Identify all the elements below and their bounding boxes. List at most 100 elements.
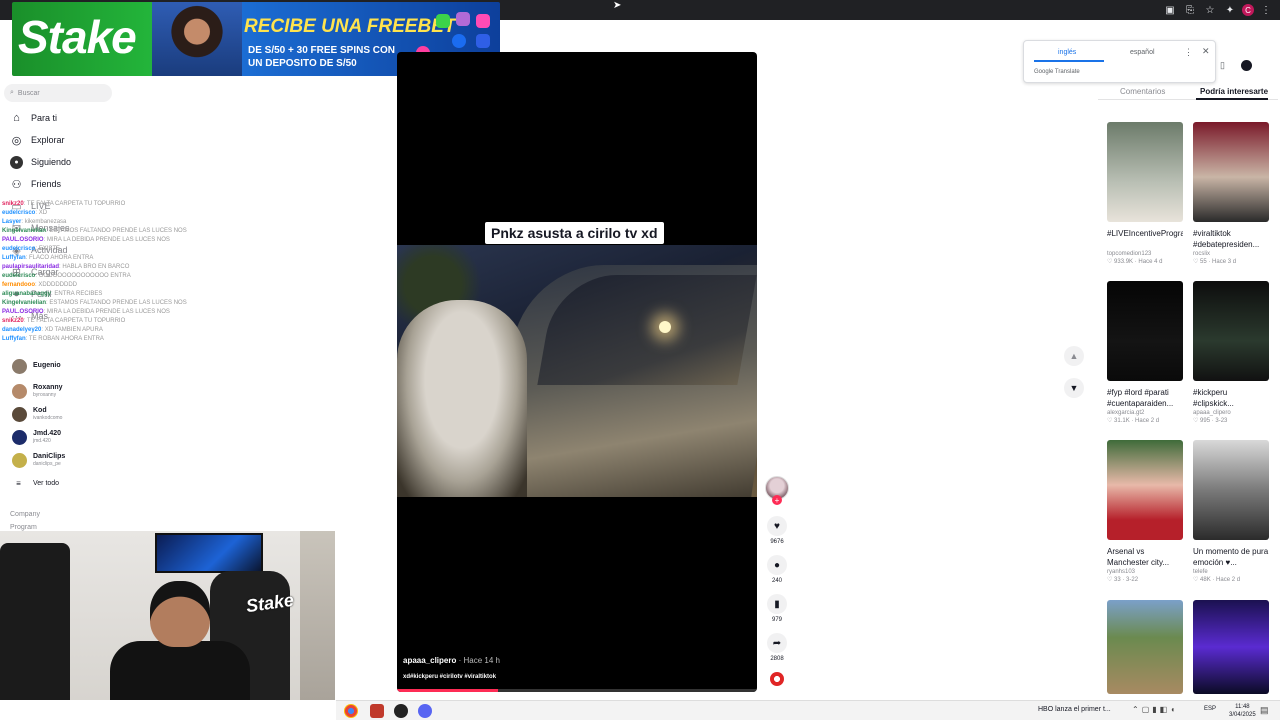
following-item[interactable]: Eugenio [12,356,61,376]
footer-company-link[interactable]: Company [10,511,40,518]
video-thumbnail[interactable] [1107,600,1183,694]
more-options-icon[interactable]: ⋮ [1184,47,1193,58]
chat-username: Luffyfan [2,255,26,261]
cast-icon[interactable]: ⎘ [1182,2,1198,18]
nav-item-para-ti[interactable]: ⌂ Para ti [10,109,57,127]
bookmark-icon[interactable]: ▮ [767,594,787,614]
search-input[interactable]: ⌕ Buscar [4,84,112,102]
video-author-line[interactable]: apaaa_clipero · Hace 14 h [403,656,500,665]
chat-message: aliguanabanaggy: ENTRA RECIBES [2,290,242,299]
following-name: Kod [33,407,47,414]
tray-icons[interactable]: ⌃▢▮◧◖ [1132,705,1178,714]
translate-tab-ingles[interactable]: inglés [1058,49,1076,56]
discord-icon[interactable] [418,704,432,718]
bookmark-star-icon[interactable]: ☆ [1202,2,1218,18]
candy-icon [436,14,450,28]
profile-icon[interactable] [1240,60,1252,71]
video-progress-bar[interactable] [397,689,757,692]
nav-label: Explorar [31,135,65,145]
related-video-card[interactable]: #LIVEIncentiveProgram... topcomedion123 … [1107,122,1183,265]
card-meta: ♡ 31.1K · Hace 2 d [1107,418,1160,424]
card-author[interactable]: ryanhs103 [1107,569,1183,575]
candy-icon [476,14,490,28]
avatar [12,452,27,468]
video-thumbnail[interactable] [1193,122,1269,222]
taskbar-clock[interactable]: 11:48 3/04/2025 [1229,703,1256,719]
heart-icon[interactable]: ♥ [767,516,787,536]
share-action[interactable]: ➦ 2808 [765,633,789,662]
following-item[interactable]: Jmd.420 jmd.420 [12,427,61,447]
nav-label: Siguiendo [31,157,72,167]
tab-comments[interactable]: Comentarios [1120,87,1165,96]
comment-action[interactable]: ● 240 [765,555,789,584]
related-video-card[interactable]: Arsenal vs Manchester city... ryanhs103 … [1107,440,1183,583]
app-icon[interactable] [370,704,384,718]
chat-text: : MIRA LA DEBIDA PRENDE LAS LUCES NOS [43,237,170,243]
card-title: #viraltiktok #debatepresiden... [1193,229,1260,249]
see-all-link[interactable]: ≡ Ver todo [12,474,59,492]
avatar [12,429,27,445]
tab-related[interactable]: Podría interesarte [1200,87,1268,96]
chat-message: paulapirsaulitaridad: HABLA BRO EN BARCO [2,263,242,272]
nav-item-friends[interactable]: ⚇ Friends [10,175,61,193]
next-video-button[interactable]: ▼ [1064,378,1084,398]
bookmark-action[interactable]: ▮ 979 [765,594,789,623]
ad-person-image [152,2,242,76]
card-meta: ♡ 933.9K · Hace 4 d [1107,259,1163,265]
inbox-icon[interactable]: ▯ [1220,60,1225,71]
profile-avatar-icon[interactable]: C [1242,4,1254,16]
stream-chat-overlay: snikz20: TE FALTA CARPETA TU TOPURRIO eud… [2,200,242,344]
chrome-icon[interactable] [344,704,358,718]
extension-icon[interactable]: ▣ [1162,2,1178,18]
following-item[interactable]: Kod ivankodcomo [12,404,62,424]
related-video-card[interactable]: #kickperu #clipskick... apaaa_clipero ♡ … [1193,281,1269,424]
following-item[interactable]: Roxanny byroxanny [12,381,63,401]
video-frame [397,245,757,497]
chat-username: eudelcrisco [2,273,36,279]
related-video-card[interactable]: #fyp #lord #parati #cuentaparaiden... al… [1107,281,1183,424]
related-video-card[interactable] [1107,600,1183,694]
translate-tab-espanol[interactable]: español [1130,49,1155,56]
video-player[interactable]: Pnkz asusta a cirilo tv xd apaaa_clipero… [397,52,757,692]
chat-text: : TE FALTA CARPETA TU TOPURRIO [23,318,126,324]
chevron-down-icon: ▼ [1069,383,1079,393]
video-author[interactable]: apaaa_clipero [403,656,456,665]
card-author[interactable]: rocslix [1193,251,1269,257]
video-thumbnail[interactable] [1193,600,1269,694]
follow-plus-icon[interactable]: + [772,495,782,505]
related-video-card[interactable]: Un momento de pura emoción ♥... telefe ♡… [1193,440,1269,583]
card-author[interactable]: telefe [1193,569,1269,575]
like-action[interactable]: ♥ 9676 [765,516,789,545]
taskbar-language[interactable]: ESP [1204,706,1216,712]
following-item[interactable]: DaniClips daniclips_pe [12,450,65,470]
taskbar-news[interactable]: HBO lanza el primer t... [1038,706,1111,713]
comment-icon[interactable]: ● [767,555,787,575]
nav-item-explorar[interactable]: ◎ Explorar [10,131,65,149]
share-icon[interactable]: ➦ [767,633,787,653]
notification-icon[interactable]: ▤ [1260,705,1269,716]
home-icon: ⌂ [13,112,20,124]
nav-item-siguiendo[interactable]: ● Siguiendo [10,153,71,171]
video-thumbnail[interactable] [1193,440,1269,540]
video-thumbnail[interactable] [1107,440,1183,540]
obs-icon[interactable] [394,704,408,718]
nav-label: Friends [31,179,62,189]
video-hashtags[interactable]: xd#kickperu #cirilotv #viraltiktok [403,674,496,680]
menu-dots-icon[interactable]: ⋮ [1258,2,1274,18]
related-video-card[interactable]: #viraltiktok #debatepresiden... rocslix … [1193,122,1269,265]
chat-message: Luffyfan: FLACO AHORA ENTRA [2,254,242,263]
puzzle-icon[interactable]: ✦ [1222,2,1238,18]
related-video-card[interactable] [1193,600,1269,694]
card-author[interactable]: topcomedion123 [1107,251,1183,257]
video-thumbnail[interactable] [1193,281,1269,381]
card-author[interactable]: apaaa_clipero [1193,410,1269,416]
previous-video-button[interactable]: ▲ [1064,346,1084,366]
close-icon[interactable]: ✕ [1202,46,1210,57]
tab-active-indicator [1196,98,1268,100]
music-disc-icon[interactable] [770,672,784,686]
video-thumbnail[interactable] [1107,122,1183,222]
card-title: Un momento de pura emoción ♥... [1193,547,1269,567]
video-thumbnail[interactable] [1107,281,1183,381]
footer-program-link[interactable]: Program [10,524,37,531]
card-author[interactable]: alexgarcia.gt2 [1107,410,1183,416]
